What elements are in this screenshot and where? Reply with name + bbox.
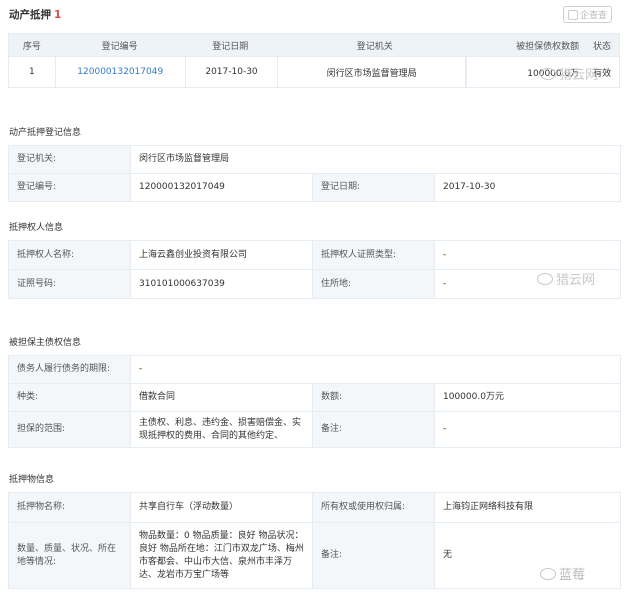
watermark-text: 蓝莓 [559, 568, 586, 583]
field-value: 上海云鑫创业投资有限公司 [130, 240, 313, 270]
field-label: 备注: [312, 522, 435, 589]
mortgage-list-table: 序号 登记编号 登记日期 登记机关 被担保债权数额 状态 1 120000132… [8, 33, 620, 88]
field-value: 闵行区市场监督管理局 [130, 145, 621, 174]
table-header-row: 序号 登记编号 登记日期 登记机关 被担保债权数额 状态 [9, 34, 619, 56]
field-value: 主债权、利息、违约金、损害赔偿金、实现抵押权的费用、合同的其他约定、 [130, 411, 313, 448]
watermark-logo-icon [540, 567, 556, 580]
watermark-logo-icon [540, 67, 556, 80]
section-title-registration: 动产抵押登记信息 [9, 128, 82, 138]
column-header: 序号 [22, 41, 41, 52]
field-label: 抵押物名称: [8, 492, 131, 523]
field-label: 证照号码: [8, 269, 131, 299]
section-title-collateral: 抵押物信息 [9, 475, 55, 485]
section-header: 动产抵押 1 [9, 7, 61, 22]
brand-name: 企查查 [580, 11, 608, 21]
column-header: 被担保债权数额 [516, 41, 580, 52]
field-value: 共享自行车（浮动数量） [130, 492, 313, 523]
logo-icon [568, 9, 578, 20]
record-count-badge: 1 [54, 8, 62, 21]
mortgagee-table: 抵押权人名称: 上海云鑫创业投资有限公司 抵押权人证照类型: - 证照号码: 3… [8, 240, 621, 299]
column-header: 状态 [593, 41, 612, 52]
field-label: 数额: [312, 383, 435, 412]
field-value: 120000132017049 [130, 173, 313, 202]
field-label: 抵押权人证照类型: [312, 240, 435, 270]
field-value: 310101000637039 [130, 269, 313, 299]
watermark-logo-icon [537, 272, 553, 285]
watermark-text: 猎云网 [559, 68, 599, 83]
field-value: 100000.0万元 [434, 383, 621, 412]
reg-number-link[interactable]: 120000132017049 [56, 57, 186, 87]
registration-table: 登记机关: 闵行区市场监督管理局 登记编号: 120000132017049 登… [8, 145, 621, 202]
field-label: 登记日期: [312, 173, 435, 202]
reg-date: 2017-10-30 [205, 67, 258, 77]
column-header: 登记编号 [101, 41, 138, 52]
column-header: 登记机关 [356, 41, 393, 52]
field-value: 无 [434, 522, 621, 589]
field-value: 借款合同 [130, 383, 313, 412]
field-value: 2017-10-30 [434, 173, 621, 202]
collateral-table: 抵押物名称: 共享自行车（浮动数量） 所有权或使用权归属: 上海钧正网络科技有限… [8, 492, 621, 589]
reg-authority: 闵行区市场监督管理局 [277, 57, 466, 87]
watermark: 蓝莓 [540, 564, 585, 583]
watermark-text: 猎云网 [556, 273, 596, 288]
column-header: 登记日期 [212, 41, 249, 52]
brand-logo: 企查查 [563, 6, 613, 23]
field-label: 种类: [8, 383, 131, 412]
field-label: 债务人履行债务的期限: [8, 355, 131, 384]
field-value: - [130, 355, 621, 384]
page-title: 动产抵押 [9, 9, 51, 21]
field-value: - [434, 411, 621, 448]
field-label: 所有权或使用权归属: [312, 492, 435, 523]
field-label: 备注: [312, 411, 435, 448]
table-row[interactable]: 1 120000132017049 2017-10-30 闵行区市场监督管理局 … [9, 56, 619, 87]
field-value: - [434, 240, 621, 270]
section-title-debt: 被担保主债权信息 [9, 338, 82, 348]
debt-table: 债务人履行债务的期限: - 种类: 借款合同 数额: 100000.0万元 担保… [8, 355, 621, 448]
watermark: 猎云网 [540, 64, 598, 83]
field-value: 物品数量：0 物品质量：良好 物品状况：良好 物品所在地：江门市双龙广场、梅州市… [130, 522, 313, 589]
field-value: 上海钧正网络科技有限 [434, 492, 621, 523]
field-label: 担保的范围: [8, 411, 131, 448]
field-label: 住所地: [312, 269, 435, 299]
row-index: 1 [9, 57, 56, 87]
field-label: 抵押权人名称: [8, 240, 131, 270]
field-label: 登记机关: [8, 145, 131, 174]
field-label: 登记编号: [8, 173, 131, 202]
section-title-mortgagee: 抵押权人信息 [9, 223, 64, 233]
field-label: 数量、质量、状况、所在地等情况: [8, 522, 131, 589]
watermark: 猎云网 [537, 269, 595, 288]
